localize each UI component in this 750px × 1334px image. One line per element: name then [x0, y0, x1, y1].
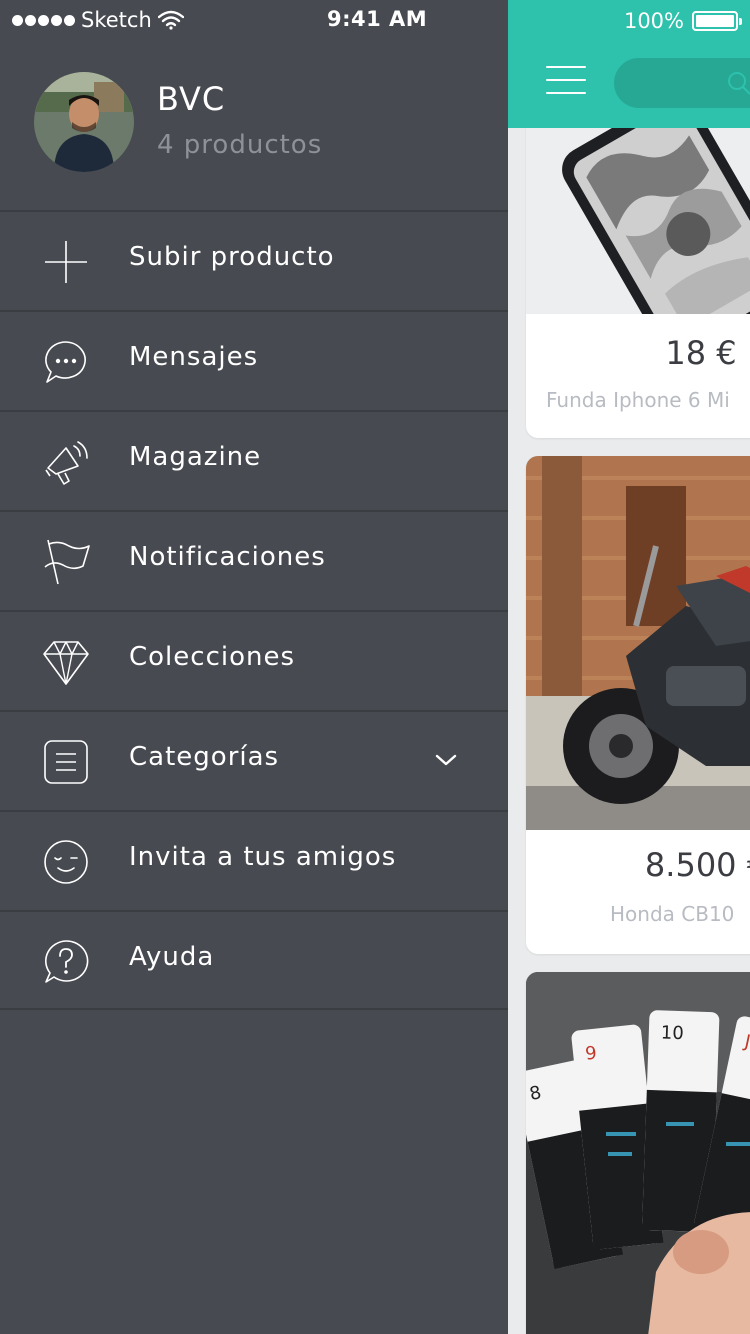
status-bar-right: 100%	[623, 9, 742, 33]
battery-percent: 100%	[623, 9, 684, 33]
product-name: Honda CB10	[610, 902, 735, 926]
product-photo	[526, 456, 750, 830]
svg-text:10: 10	[660, 1022, 684, 1044]
top-bar: 100%	[508, 0, 750, 128]
signal-strength-icon	[12, 14, 75, 26]
menu-item-label: Magazine	[129, 442, 262, 472]
product-card[interactable]: 18 € Funda Iphone 6 Mi	[526, 108, 750, 438]
menu-item-label: Notificaciones	[129, 542, 326, 572]
avatar[interactable]	[34, 72, 134, 172]
menu-item-label: Ayuda	[129, 942, 215, 972]
menu-item-colecciones[interactable]: Colecciones	[0, 610, 508, 710]
drawer-menu: Subir producto Mensajes Magazine Notific…	[0, 210, 508, 1010]
menu-item-label: Colecciones	[129, 642, 296, 672]
chat-bubble-icon	[45, 341, 86, 383]
menu-item-ayuda[interactable]: Ayuda	[0, 910, 508, 1010]
hamburger-menu-icon[interactable]	[546, 66, 586, 94]
wink-face-icon	[44, 840, 88, 884]
menu-item-label: Mensajes	[129, 342, 259, 372]
menu-item-subir-producto[interactable]: Subir producto	[0, 210, 508, 310]
battery-icon	[692, 11, 742, 31]
diamond-icon	[43, 641, 89, 685]
product-card[interactable]: 8.500 € Honda CB10	[526, 456, 750, 954]
menu-item-label: Invita a tus amigos	[129, 842, 397, 872]
flag-icon	[44, 539, 90, 585]
megaphone-icon	[45, 441, 88, 485]
user-product-count: 4 productos	[157, 130, 323, 160]
status-time: 9:41 AM	[327, 7, 428, 31]
menu-item-magazine[interactable]: Magazine	[0, 410, 508, 510]
menu-item-label: Categorías	[129, 742, 280, 772]
menu-item-invita-amigos[interactable]: Invita a tus amigos	[0, 810, 508, 910]
plus-icon	[45, 241, 87, 283]
list-icon	[44, 740, 88, 784]
product-photo: 8 9 10 J	[526, 972, 750, 1334]
menu-item-categorias[interactable]: Categorías	[0, 710, 508, 810]
menu-item-mensajes[interactable]: Mensajes	[0, 310, 508, 410]
product-card[interactable]: 8 9 10 J	[526, 972, 750, 1334]
svg-text:9: 9	[584, 1043, 598, 1065]
profile-header[interactable]: BVC 4 productos	[0, 40, 508, 211]
status-bar-left: Sketch 9:41 AM	[0, 0, 508, 40]
search-icon	[728, 72, 750, 95]
menu-item-notificaciones[interactable]: Notificaciones	[0, 510, 508, 610]
product-price: 18 €	[665, 334, 737, 372]
product-photo	[526, 108, 750, 314]
user-name: BVC	[157, 80, 226, 118]
menu-item-label: Subir producto	[129, 242, 335, 272]
question-bubble-icon	[45, 940, 89, 983]
carrier-name: Sketch	[81, 8, 152, 32]
product-price: 8.500 €	[644, 846, 750, 884]
product-name: Funda Iphone 6 Mi	[546, 388, 730, 412]
wifi-icon	[157, 10, 184, 30]
search-input[interactable]	[614, 58, 750, 108]
main-content: 18 € Funda Iphone 6 Mi 8.500 Honda CB10 …	[508, 0, 750, 1334]
chevron-down-icon[interactable]	[434, 752, 458, 768]
